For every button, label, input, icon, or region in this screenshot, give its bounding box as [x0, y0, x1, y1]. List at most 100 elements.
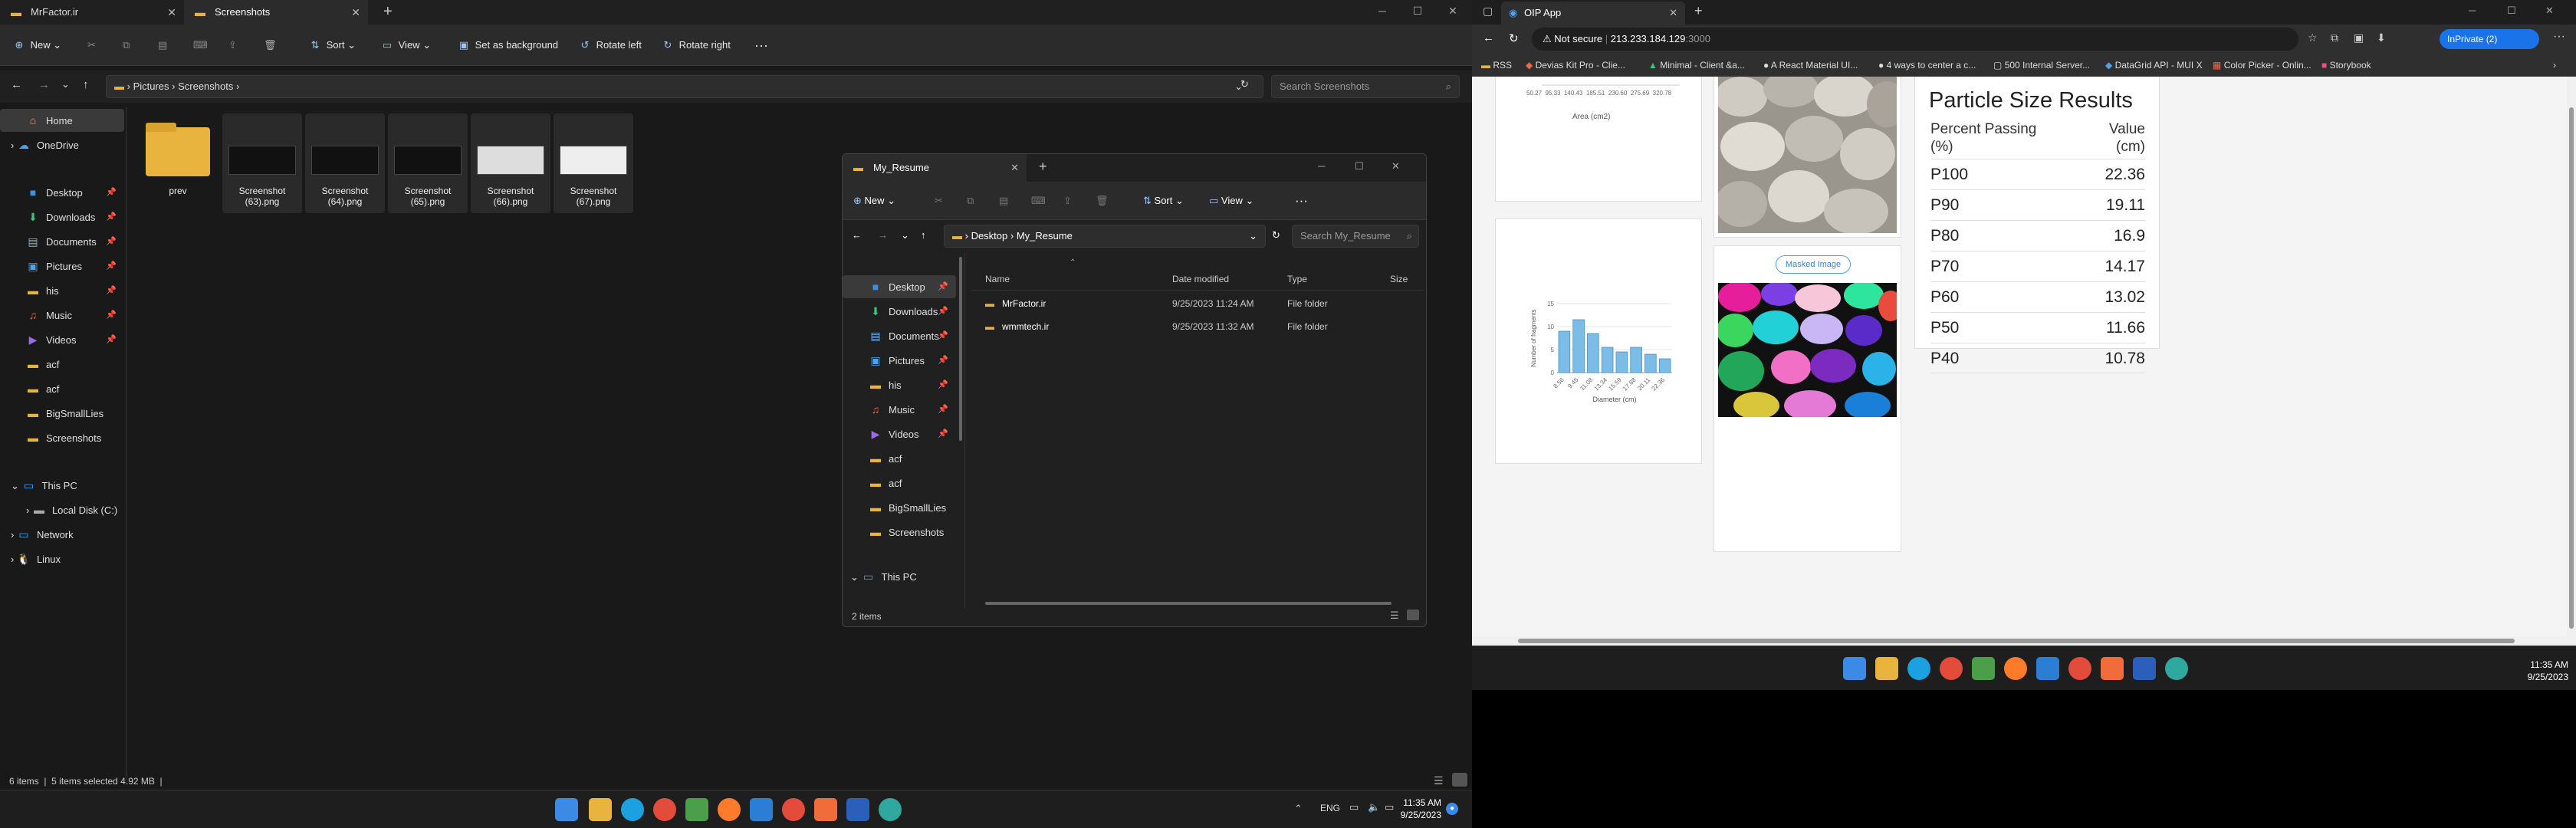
forward-icon[interactable]: →: [878, 229, 888, 241]
horizontal-scrollbar[interactable]: [1472, 636, 2576, 646]
close-window-icon[interactable]: ✕: [1435, 5, 1470, 18]
explorer-app-icon[interactable]: [589, 798, 612, 821]
up-icon[interactable]: ↑: [83, 78, 89, 91]
copy-icon[interactable]: ⧉: [123, 25, 130, 66]
nav-this-pc[interactable]: ⌄ ▭ This PC: [843, 565, 917, 588]
rename-icon[interactable]: ⌨: [1031, 182, 1046, 220]
clock[interactable]: 11:35 AM 9/25/2023: [1400, 797, 1441, 821]
chrome-app-icon[interactable]: [1940, 657, 1963, 680]
close-icon[interactable]: ✕: [1669, 2, 1677, 25]
favorites-icon[interactable]: ☆: [2308, 31, 2318, 44]
edge-app-icon[interactable]: [1907, 657, 1930, 680]
tab-my-resume[interactable]: ▬ My_Resume ✕: [843, 154, 1027, 182]
vscode-app-icon[interactable]: [2036, 657, 2059, 680]
folder-prev[interactable]: prev: [138, 113, 218, 213]
nav-music[interactable]: ♫ Music 📌: [0, 304, 124, 327]
scroll-thumb[interactable]: [2569, 107, 2574, 629]
network-icon[interactable]: ▭: [1349, 801, 1359, 813]
copy-icon[interactable]: ⧉: [967, 182, 974, 220]
chevron-up-icon[interactable]: ⌃: [1294, 803, 1303, 815]
close-icon[interactable]: ✕: [1010, 154, 1019, 182]
app-icon[interactable]: [2165, 657, 2188, 680]
nav-linux[interactable]: › 🐧 Linux: [0, 547, 61, 570]
bookmark-datagrid[interactable]: ◆ DataGrid API - MUI X: [2105, 54, 2203, 77]
delete-icon[interactable]: 🗑: [1096, 182, 1109, 220]
tab-oip-app[interactable]: ◉ OIP App ✕: [1501, 2, 1685, 25]
minimize-icon[interactable]: ─: [1365, 5, 1400, 17]
maximize-icon[interactable]: ☐: [1355, 160, 1364, 172]
battery-icon[interactable]: ▭: [1385, 801, 1394, 813]
column-type[interactable]: Type: [1287, 268, 1307, 291]
bookmark-rss[interactable]: ▬ RSS: [1481, 54, 1512, 77]
tab-mrfactor[interactable]: ▬ MrFactor.ir ✕: [0, 0, 184, 25]
close-window-icon[interactable]: ✕: [2545, 5, 2554, 17]
close-icon[interactable]: ✕: [167, 0, 176, 25]
new-tab-icon[interactable]: +: [1039, 159, 1047, 175]
thumbnail-view-icon[interactable]: [1452, 773, 1467, 787]
column-size[interactable]: Size: [1390, 268, 1408, 291]
refresh-icon[interactable]: ↻: [1272, 229, 1280, 242]
file-screenshot-64[interactable]: Screenshot (64).png: [305, 113, 385, 213]
collections-icon[interactable]: ▣: [2354, 31, 2364, 44]
nav-acf-2[interactable]: ▬ acf: [843, 472, 902, 495]
postman-app-icon[interactable]: [2101, 657, 2124, 680]
nav-acf-1[interactable]: ▬ acf: [843, 447, 902, 470]
forward-icon[interactable]: →: [38, 78, 50, 91]
paste-icon[interactable]: ▤: [158, 25, 167, 66]
nav-this-pc[interactable]: ⌄ ▭ This PC: [0, 474, 77, 497]
view-button[interactable]: ▭ View ⌄: [379, 25, 431, 66]
word-app-icon[interactable]: [2133, 657, 2156, 680]
postman-app-icon[interactable]: [814, 798, 837, 821]
start-icon[interactable]: [1843, 657, 1866, 680]
nav-local-disk[interactable]: › ▬ Local Disk (C:): [0, 498, 117, 521]
refresh-icon[interactable]: ↻: [1509, 31, 1519, 45]
inner-breadcrumb[interactable]: ▬ › Desktop › My_Resume ⌄: [944, 225, 1266, 248]
cut-icon[interactable]: ✂: [87, 25, 96, 66]
search-input[interactable]: Search Screenshots ⌕: [1271, 75, 1460, 98]
clock[interactable]: 11:35 AM 9/25/2023: [2515, 659, 2568, 683]
more-options-icon[interactable]: ···: [1295, 182, 1308, 220]
language-indicator[interactable]: ENG: [1320, 803, 1340, 813]
inner-search-input[interactable]: Search My_Resume ⌕: [1292, 225, 1419, 248]
file-screenshot-63[interactable]: Screenshot (63).png: [222, 113, 302, 213]
rotate-right-button[interactable]: ↻ Rotate right: [659, 25, 731, 66]
table-row[interactable]: ▬ MrFactor.ir 9/25/2023 11:24 AM File fo…: [971, 292, 1424, 315]
share-icon[interactable]: ⇪: [1063, 182, 1072, 220]
table-row[interactable]: ▬ wmmtech.ir 9/25/2023 11:32 AM File fol…: [971, 315, 1424, 338]
recent-icon[interactable]: ⌄: [61, 78, 70, 90]
extensions-icon[interactable]: ⧉: [2331, 31, 2338, 44]
nav-videos[interactable]: ▶ Videos 📌: [0, 328, 124, 351]
notification-icon[interactable]: ●: [1446, 803, 1458, 815]
inprivate-badge[interactable]: InPrivate (2): [2440, 29, 2539, 49]
nav-documents[interactable]: ▤ Documents 📌: [843, 324, 956, 347]
chrome-app-icon-2[interactable]: [2068, 657, 2091, 680]
up-icon[interactable]: ↑: [921, 229, 926, 241]
breadcrumb-pictures[interactable]: Pictures: [133, 80, 169, 92]
vertical-scrollbar[interactable]: [2567, 77, 2576, 636]
app-icon[interactable]: [879, 798, 902, 821]
details-view-icon[interactable]: ☰: [1434, 774, 1444, 787]
nav-desktop[interactable]: ■ Desktop 📌: [843, 275, 956, 298]
bookmark-center[interactable]: ● 4 ways to center a c...: [1878, 54, 1976, 77]
bookmark-react-material[interactable]: ● A React Material UI...: [1763, 54, 1858, 77]
nav-pictures[interactable]: ▣ Pictures 📌: [843, 349, 956, 372]
chevron-down-icon[interactable]: ⌄: [1249, 225, 1257, 247]
nav-home[interactable]: ⌂ Home: [0, 109, 124, 132]
details-view-icon[interactable]: ☰: [1390, 610, 1399, 622]
back-icon[interactable]: ←: [11, 78, 22, 91]
bookmark-minimal[interactable]: ▲ Minimal - Client &a...: [1648, 54, 1745, 77]
bookmark-500[interactable]: ▢ 500 Internal Server...: [1993, 54, 2090, 77]
horizontal-scrollbar[interactable]: [985, 602, 1392, 605]
breadcrumb-screenshots[interactable]: Screenshots: [178, 80, 233, 92]
new-tab-icon[interactable]: +: [383, 3, 393, 21]
new-button[interactable]: ⊕ New ⌄: [853, 182, 895, 220]
rotate-left-button[interactable]: ↺ Rotate left: [577, 25, 642, 66]
more-options-icon[interactable]: ···: [754, 25, 768, 66]
chevron-right-icon[interactable]: ›: [2553, 54, 2556, 77]
nav-bigsmalllies[interactable]: ▬ BigSmallLies: [0, 402, 104, 425]
new-button[interactable]: ⊕ New ⌄: [11, 25, 62, 66]
maximize-icon[interactable]: ☐: [1400, 5, 1435, 18]
bookmark-color-picker[interactable]: ▦ Color Picker - Onlin...: [2213, 54, 2312, 77]
nav-his[interactable]: ▬ his 📌: [843, 373, 956, 396]
chrome-app-icon[interactable]: [653, 798, 676, 821]
